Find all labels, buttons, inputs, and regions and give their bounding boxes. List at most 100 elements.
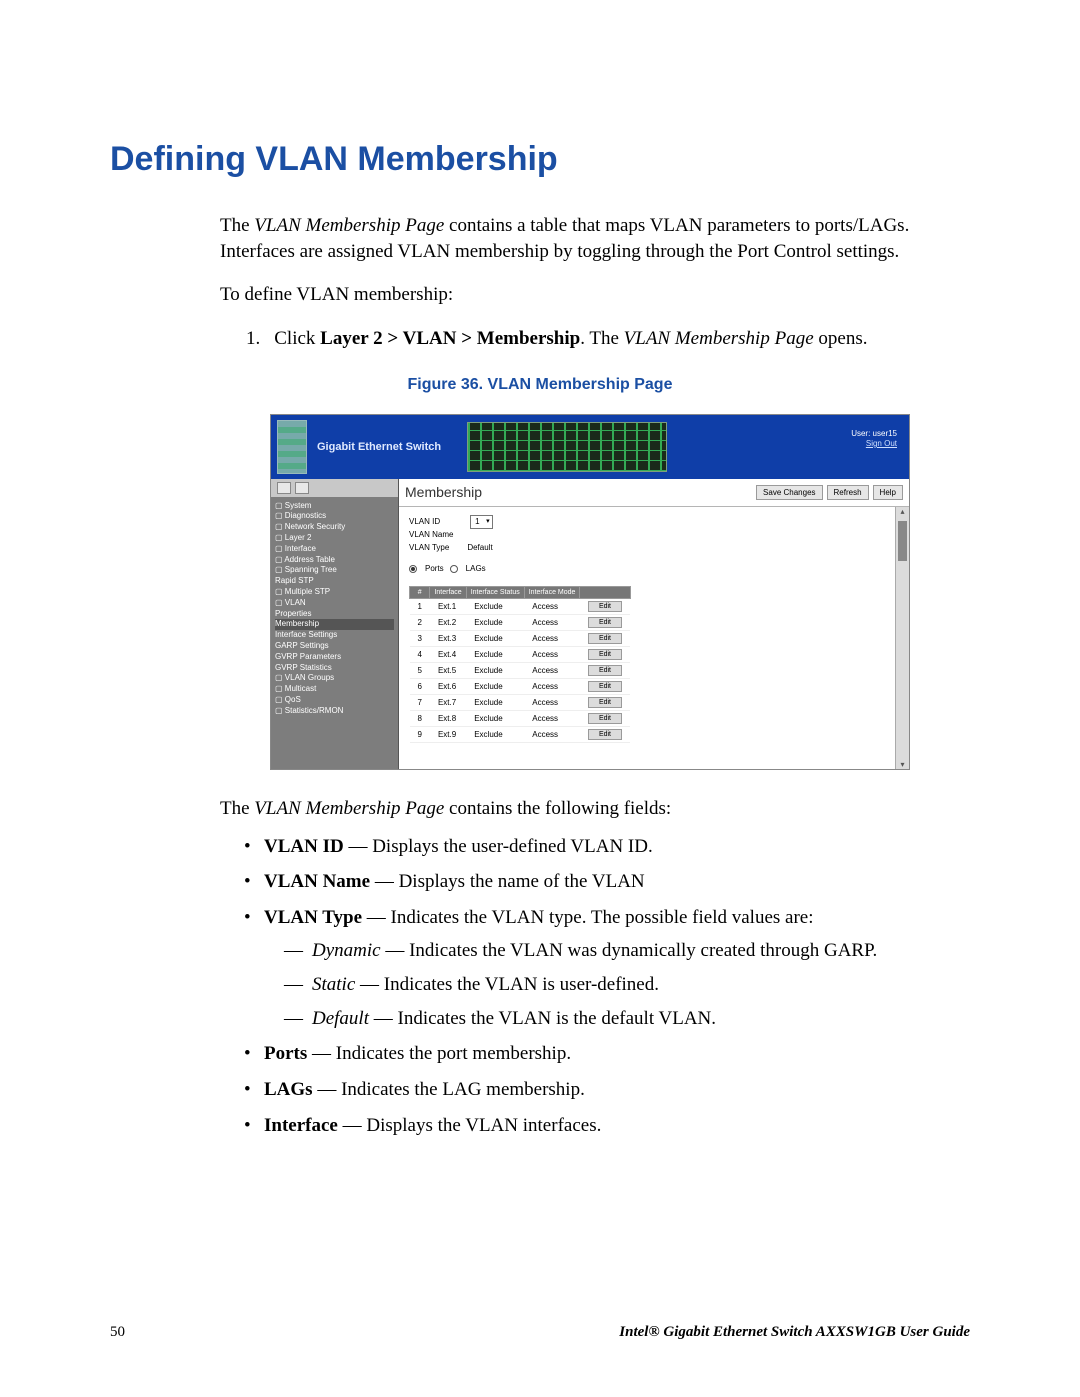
table-header: Interface Mode <box>524 586 580 598</box>
nav-item[interactable]: Properties <box>275 609 394 620</box>
intro-paragraph: The VLAN Membership Page contains a tabl… <box>220 213 970 264</box>
row-num: 2 <box>410 614 430 630</box>
define-line: To define VLAN membership: <box>220 282 970 308</box>
nav-item[interactable]: ▢ QoS <box>275 695 394 706</box>
nav-expand-icon[interactable] <box>295 482 309 494</box>
device-icon <box>277 420 307 474</box>
help-button[interactable]: Help <box>873 485 903 500</box>
nav-item[interactable]: ▢ Interface <box>275 544 394 555</box>
row-mode: Access <box>524 726 580 742</box>
text: The <box>220 798 254 819</box>
list-item: Interface — Displays the VLAN interfaces… <box>244 1113 970 1139</box>
menu-path: Layer 2 > VLAN > Membership <box>320 328 580 349</box>
nav-item[interactable]: ▢ Multicast <box>275 684 394 695</box>
row-num: 6 <box>410 678 430 694</box>
row-interface: Ext.2 <box>430 614 466 630</box>
nav-item[interactable]: Rapid STP <box>275 576 394 587</box>
row-interface: Ext.1 <box>430 598 466 614</box>
refresh-button[interactable]: Refresh <box>827 485 869 500</box>
nav-item[interactable]: ▢ VLAN Groups <box>275 673 394 684</box>
user-label: User: user15 <box>851 429 897 439</box>
nav-item[interactable]: ▢ Diagnostics <box>275 511 394 522</box>
nav-tree[interactable]: ▢ System▢ Diagnostics▢ Network Security▢… <box>271 479 399 769</box>
text: opens. <box>814 328 868 349</box>
section-heading: Defining VLAN Membership <box>110 140 970 179</box>
table-row: 2Ext.2ExcludeAccessEdit <box>410 614 631 630</box>
row-mode: Access <box>524 694 580 710</box>
row-num: 9 <box>410 726 430 742</box>
list-item: Ports — Indicates the port membership. <box>244 1041 970 1067</box>
nav-item[interactable]: Interface Settings <box>275 630 394 641</box>
row-num: 4 <box>410 646 430 662</box>
row-status: Exclude <box>466 662 524 678</box>
edit-button[interactable]: Edit <box>588 665 622 676</box>
row-interface: Ext.4 <box>430 646 466 662</box>
row-num: 1 <box>410 598 430 614</box>
lags-radio-label: LAGs <box>466 563 486 576</box>
vlan-id-select[interactable]: 1 <box>470 515 492 530</box>
nav-item[interactable]: ▢ Spanning Tree <box>275 565 394 576</box>
interface-table: #InterfaceInterface StatusInterface Mode… <box>409 586 631 743</box>
field-definitions-list: VLAN ID — Displays the user-defined VLAN… <box>244 834 970 1139</box>
row-status: Exclude <box>466 678 524 694</box>
step-text: Click Layer 2 > VLAN > Membership. The V… <box>274 326 867 352</box>
table-row: 6Ext.6ExcludeAccessEdit <box>410 678 631 694</box>
row-status: Exclude <box>466 726 524 742</box>
page-name: VLAN Membership Page <box>624 328 814 349</box>
row-mode: Access <box>524 646 580 662</box>
user-info: User: user15 Sign Out <box>851 429 897 450</box>
nav-item[interactable]: ▢ System <box>275 501 394 512</box>
table-row: 1Ext.1ExcludeAccessEdit <box>410 598 631 614</box>
lags-radio[interactable] <box>450 565 458 573</box>
form-fields: VLAN ID 1 VLAN Name VLAN Type Default <box>399 507 909 580</box>
step-1: 1. Click Layer 2 > VLAN > Membership. Th… <box>246 326 970 352</box>
nav-item[interactable]: ▢ Address Table <box>275 555 394 566</box>
edit-button[interactable]: Edit <box>588 729 622 740</box>
edit-button[interactable]: Edit <box>588 681 622 692</box>
save-changes-button[interactable]: Save Changes <box>756 485 822 500</box>
ports-radio[interactable] <box>409 565 417 573</box>
page-name: VLAN Membership Page <box>254 215 444 236</box>
nav-item[interactable]: ▢ Network Security <box>275 522 394 533</box>
main-panel: Membership Save Changes Refresh Help VLA… <box>399 479 909 769</box>
edit-button[interactable]: Edit <box>588 713 622 724</box>
nav-item[interactable]: ▢ Statistics/RMON <box>275 706 394 717</box>
sublist-item: Dynamic — Indicates the VLAN was dynamic… <box>284 938 970 964</box>
row-status: Exclude <box>466 630 524 646</box>
nav-item[interactable]: ▢ VLAN <box>275 598 394 609</box>
table-row: 5Ext.5ExcludeAccessEdit <box>410 662 631 678</box>
row-interface: Ext.3 <box>430 630 466 646</box>
step-number: 1. <box>246 326 260 352</box>
list-item: VLAN Type — Indicates the VLAN type. The… <box>244 905 970 1032</box>
row-mode: Access <box>524 614 580 630</box>
vlan-type-label: VLAN Type <box>409 542 449 555</box>
nav-item[interactable]: GARP Settings <box>275 641 394 652</box>
edit-button[interactable]: Edit <box>588 697 622 708</box>
nav-item[interactable]: ▢ Multiple STP <box>275 587 394 598</box>
row-status: Exclude <box>466 710 524 726</box>
edit-button[interactable]: Edit <box>588 649 622 660</box>
row-mode: Access <box>524 598 580 614</box>
sublist-item: Static — Indicates the VLAN is user-defi… <box>284 972 970 998</box>
row-mode: Access <box>524 678 580 694</box>
table-header: Interface Status <box>466 586 524 598</box>
sign-out-link[interactable]: Sign Out <box>866 439 897 448</box>
edit-button[interactable]: Edit <box>588 601 622 612</box>
text: contains the following fields: <box>444 798 671 819</box>
edit-button[interactable]: Edit <box>588 633 622 644</box>
product-title: Gigabit Ethernet Switch <box>317 441 441 453</box>
row-interface: Ext.7 <box>430 694 466 710</box>
device-panel-graphic <box>467 422 667 472</box>
edit-button[interactable]: Edit <box>588 617 622 628</box>
page-name: VLAN Membership Page <box>254 798 444 819</box>
table-row: 3Ext.3ExcludeAccessEdit <box>410 630 631 646</box>
nav-item[interactable]: GVRP Parameters <box>275 652 394 663</box>
nav-collapse-icon[interactable] <box>277 482 291 494</box>
nav-item[interactable]: Membership <box>275 619 394 630</box>
nav-item[interactable]: ▢ Layer 2 <box>275 533 394 544</box>
nav-item[interactable]: GVRP Statistics <box>275 663 394 674</box>
row-status: Exclude <box>466 694 524 710</box>
row-mode: Access <box>524 710 580 726</box>
row-mode: Access <box>524 662 580 678</box>
vertical-scrollbar[interactable] <box>895 507 909 769</box>
